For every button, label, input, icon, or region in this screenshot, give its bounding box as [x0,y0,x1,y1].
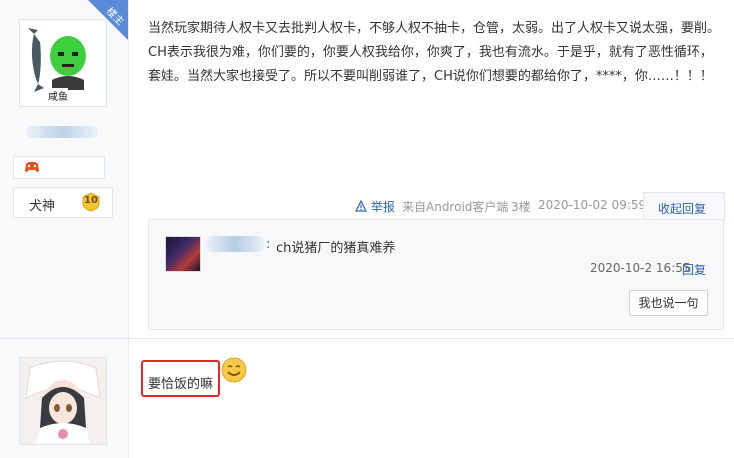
reply-time: 2020-10-2 16:55 [590,261,691,275]
anime-girl-avatar-icon [20,358,106,444]
forum-rank-badge[interactable]: 犬神 10 [13,187,113,218]
post-time: 2020-10-02 09:59 [538,198,647,212]
username-blurred[interactable] [26,126,98,138]
level-badge: 10 [81,192,101,212]
reply-colon: : [266,237,271,252]
report-link[interactable]: 举报 [355,198,395,216]
reply-username-blurred[interactable] [205,236,265,252]
client-source[interactable]: 来自Android客户端 [402,198,508,216]
collapse-reply-button[interactable]: 收起回复 [643,192,725,221]
reply-avatar[interactable] [165,236,201,272]
rank-title: 犬神 [29,199,56,214]
post-divider [0,338,734,339]
floor-number: 3楼 [511,200,531,214]
post-content: 当然玩家期待人权卡又去批判人权卡，不够人权不抽卡，仓管，太弱。出了人权卡又说太强… [148,21,721,84]
highlight-box [141,360,220,397]
smiley-emoji-icon [221,357,247,383]
gamepad-icon[interactable] [24,160,40,174]
user-icon-badges [13,156,105,179]
level-number: 10 [84,195,98,206]
reply-link[interactable]: 回复 [682,261,706,278]
add-comment-button[interactable]: 我也说一句 [629,290,708,316]
report-label: 举报 [370,200,395,214]
op-badge: 楼主 [88,0,128,40]
reply-text: ch说猪厂的猪真难养 [276,241,396,256]
avatar-2[interactable] [19,357,107,445]
warning-icon [355,199,367,212]
avatar-caption: 咸鱼 [48,88,68,103]
